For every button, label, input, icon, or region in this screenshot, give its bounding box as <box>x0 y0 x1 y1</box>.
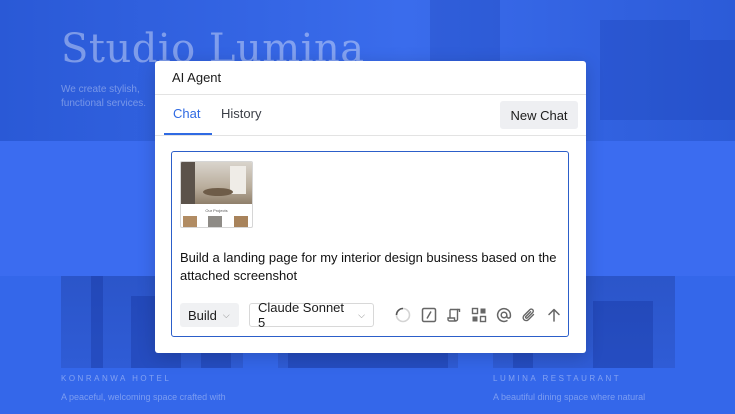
tab-history[interactable]: History <box>221 106 261 121</box>
loading-icon <box>394 306 412 324</box>
new-chat-button[interactable]: New Chat <box>500 101 578 129</box>
card-title: KONRANWA HOTEL <box>61 374 172 383</box>
slash-command-icon[interactable] <box>420 306 438 324</box>
model-select-value: Claude Sonnet 5 <box>258 300 345 330</box>
divider <box>155 94 586 95</box>
hero-decor <box>600 20 690 120</box>
dialog-title: AI Agent <box>172 70 222 85</box>
chevron-down-icon: ⌵ <box>358 309 365 320</box>
tab-chat[interactable]: Chat <box>173 106 200 121</box>
card-title: LUMINA RESTAURANT <box>493 374 622 383</box>
model-select[interactable]: Claude Sonnet 5 ⌵ <box>249 300 374 330</box>
chevron-down-icon: ⌵ <box>222 309 230 320</box>
prompt-text[interactable]: Build a landing page for my interior des… <box>180 249 564 285</box>
ai-agent-dialog: AI Agent Chat History New Chat Our Proje… <box>155 61 586 353</box>
hero-decor <box>690 40 735 120</box>
card-description: A peaceful, welcoming space crafted with <box>61 392 226 402</box>
mode-select[interactable]: Build ⌵ <box>180 303 239 327</box>
attached-screenshot-thumbnail[interactable]: Our Projects <box>180 161 253 228</box>
send-icon[interactable] <box>545 306 563 324</box>
card-description: A beautiful dining space where natural <box>493 392 646 402</box>
components-icon[interactable] <box>470 306 488 324</box>
divider <box>155 135 586 136</box>
prompt-composer[interactable]: Our Projects Build a landing page for my… <box>171 151 569 337</box>
mode-select-value: Build <box>188 307 217 323</box>
document-icon[interactable] <box>445 306 463 324</box>
mention-icon[interactable] <box>495 306 513 324</box>
thumbnail-caption: Our Projects <box>205 208 228 213</box>
attach-icon[interactable] <box>520 306 538 324</box>
